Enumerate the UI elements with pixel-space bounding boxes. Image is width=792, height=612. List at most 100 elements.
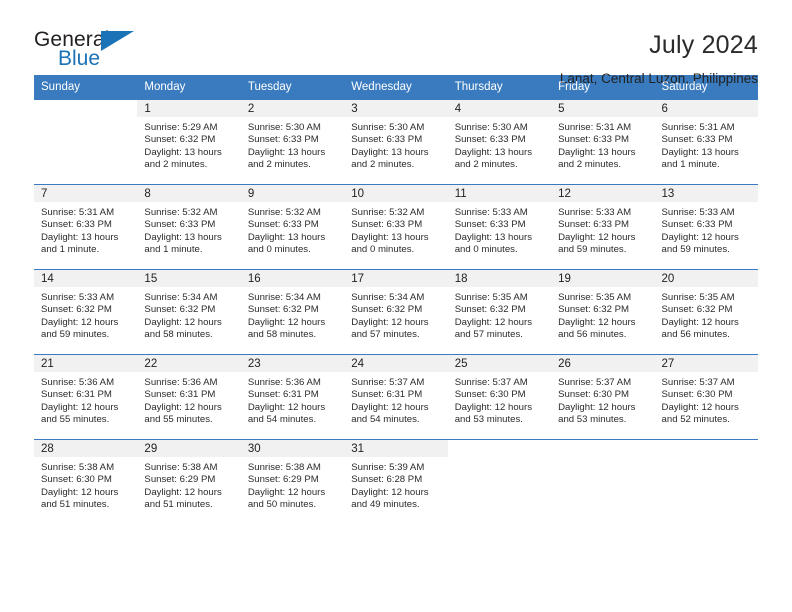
daylight-duration-line2: and 1 minute.	[661, 158, 720, 170]
sunrise-time: Sunrise: 5:30 AM	[454, 122, 528, 133]
calendar-day-cell	[551, 439, 655, 524]
sunset-time: Sunset: 6:30 PM	[454, 389, 526, 401]
sunset-time: Sunset: 6:30 PM	[661, 389, 733, 401]
calendar-day-cell[interactable]: 16 Sunrise: 5:34 AM Sunset: 6:32 PM Dayligh…	[240, 269, 345, 355]
calendar-day-cell[interactable]: 18 Sunrise: 5:35 AM Sunset: 6:32 PM Dayligh…	[447, 269, 552, 355]
sunset-time: Sunset: 6:33 PM	[661, 134, 733, 146]
day-number: 27	[654, 355, 758, 372]
daylight-duration-line1: Daylight: 12 hours	[558, 401, 636, 413]
calendar-day-cell[interactable]: 30 Sunrise: 5:38 AM Sunset: 6:29 PM Dayligh…	[240, 439, 345, 524]
day-details: Sunrise: 5:35 AM Sunset: 6:32 PM Daylight:…	[655, 287, 758, 341]
daylight-duration-line2: and 58 minutes.	[144, 328, 213, 340]
sunrise-time: Sunrise: 5:30 AM	[351, 122, 425, 133]
sunrise-time: Sunrise: 5:30 AM	[247, 122, 321, 133]
sunset-time: Sunset: 6:33 PM	[41, 219, 112, 231]
daylight-duration-line2: and 57 minutes.	[351, 328, 420, 340]
calendar-day-cell[interactable]: 15 Sunrise: 5:34 AM Sunset: 6:32 PM Dayligh…	[137, 269, 241, 355]
day-number: 7	[34, 185, 138, 202]
calendar-day-cell[interactable]: 9 Sunrise: 5:32 AM Sunset: 6:33 PM Daylight…	[240, 184, 345, 270]
day-cell-inner: 15 Sunrise: 5:34 AM Sunset: 6:32 PM Dayligh…	[137, 270, 241, 354]
calendar-day-cell[interactable]: 2 Sunrise: 5:30 AM Sunset: 6:33 PM Daylight…	[240, 100, 345, 185]
day-number: 20	[654, 270, 758, 287]
daylight-duration-line2: and 58 minutes.	[247, 328, 317, 340]
weekday-header-tuesday: Tuesday	[240, 75, 345, 100]
daylight-duration-line2: and 54 minutes.	[351, 413, 420, 425]
calendar-day-cell[interactable]: 19 Sunrise: 5:35 AM Sunset: 6:32 PM Dayligh…	[551, 269, 655, 355]
sunset-time: Sunset: 6:32 PM	[351, 304, 423, 316]
calendar-day-cell[interactable]: 5 Sunrise: 5:31 AM Sunset: 6:33 PM Daylight…	[551, 100, 655, 185]
calendar-day-cell[interactable]: 8 Sunrise: 5:32 AM Sunset: 6:33 PM Daylight…	[137, 184, 241, 270]
sunset-time: Sunset: 6:31 PM	[351, 389, 423, 401]
sunrise-time: Sunrise: 5:38 AM	[41, 462, 115, 473]
sunrise-time: Sunrise: 5:37 AM	[661, 377, 735, 388]
calendar-day-cell[interactable]: 24 Sunrise: 5:37 AM Sunset: 6:31 PM Dayligh…	[344, 354, 448, 440]
daylight-duration-line1: Daylight: 12 hours	[558, 316, 636, 328]
calendar-day-cell[interactable]: 4 Sunrise: 5:30 AM Sunset: 6:33 PM Daylight…	[447, 100, 552, 185]
daylight-duration-line1: Daylight: 12 hours	[351, 401, 429, 413]
day-details: Sunrise: 5:33 AM Sunset: 6:33 PM Daylight:…	[551, 202, 654, 256]
day-number: 11	[447, 185, 552, 202]
sunset-time: Sunset: 6:33 PM	[144, 219, 216, 231]
day-details: Sunrise: 5:32 AM Sunset: 6:33 PM Daylight:…	[137, 202, 240, 256]
day-details: Sunrise: 5:38 AM Sunset: 6:29 PM Daylight:…	[137, 457, 240, 511]
sunset-time: Sunset: 6:33 PM	[454, 134, 526, 146]
calendar-day-cell[interactable]: 17 Sunrise: 5:34 AM Sunset: 6:32 PM Dayligh…	[344, 269, 448, 355]
calendar-day-cell[interactable]: 12 Sunrise: 5:33 AM Sunset: 6:33 PM Dayligh…	[551, 184, 655, 270]
day-details: Sunrise: 5:36 AM Sunset: 6:31 PM Daylight:…	[34, 372, 137, 426]
daylight-duration-line2: and 55 minutes.	[144, 413, 213, 425]
day-cell-inner: 27 Sunrise: 5:37 AM Sunset: 6:30 PM Dayligh…	[654, 355, 758, 439]
calendar-day-cell[interactable]: 23 Sunrise: 5:36 AM Sunset: 6:31 PM Dayligh…	[240, 354, 345, 440]
daylight-duration-line1: Daylight: 13 hours	[247, 146, 326, 158]
calendar-day-cell[interactable]: 10 Sunrise: 5:32 AM Sunset: 6:33 PM Dayligh…	[344, 184, 448, 270]
day-details: Sunrise: 5:36 AM Sunset: 6:31 PM Daylight:…	[241, 372, 344, 426]
calendar-day-cell[interactable]: 26 Sunrise: 5:37 AM Sunset: 6:30 PM Dayligh…	[551, 354, 655, 440]
daylight-duration-line2: and 56 minutes.	[661, 328, 730, 340]
page-title: July 2024	[649, 31, 758, 59]
day-details: Sunrise: 5:30 AM Sunset: 6:33 PM Daylight:…	[241, 117, 344, 171]
sunset-time: Sunset: 6:33 PM	[454, 219, 526, 231]
calendar-day-cell[interactable]: 27 Sunrise: 5:37 AM Sunset: 6:30 PM Dayligh…	[654, 354, 758, 440]
calendar-day-cell[interactable]: 20 Sunrise: 5:35 AM Sunset: 6:32 PM Dayligh…	[654, 269, 758, 355]
sunrise-time: Sunrise: 5:39 AM	[351, 462, 425, 473]
calendar-day-cell[interactable]: 29 Sunrise: 5:38 AM Sunset: 6:29 PM Dayligh…	[137, 439, 241, 524]
daylight-duration-line2: and 53 minutes.	[558, 413, 627, 425]
calendar-day-cell[interactable]: 6 Sunrise: 5:31 AM Sunset: 6:33 PM Daylight…	[654, 100, 758, 185]
calendar-day-cell[interactable]: 1 Sunrise: 5:29 AM Sunset: 6:32 PM Daylight…	[137, 100, 241, 185]
day-cell-inner: 22 Sunrise: 5:36 AM Sunset: 6:31 PM Dayligh…	[137, 355, 241, 439]
calendar-day-cell[interactable]: 22 Sunrise: 5:36 AM Sunset: 6:31 PM Dayligh…	[137, 354, 241, 440]
day-cell-inner: 10 Sunrise: 5:32 AM Sunset: 6:33 PM Dayligh…	[344, 185, 448, 269]
general-blue-logo[interactable]: General Blue	[34, 28, 139, 76]
day-number: 3	[344, 100, 448, 117]
daylight-duration-line1: Daylight: 12 hours	[247, 486, 326, 498]
calendar-day-cell[interactable]: 28 Sunrise: 5:38 AM Sunset: 6:30 PM Dayligh…	[34, 439, 138, 524]
day-cell-inner: 18 Sunrise: 5:35 AM Sunset: 6:32 PM Dayligh…	[447, 270, 552, 354]
day-cell-inner: 28 Sunrise: 5:38 AM Sunset: 6:30 PM Dayligh…	[34, 440, 138, 524]
sunrise-time: Sunrise: 5:31 AM	[661, 122, 735, 133]
calendar-day-cell[interactable]: 31 Sunrise: 5:39 AM Sunset: 6:28 PM Dayligh…	[344, 439, 448, 524]
sunset-time: Sunset: 6:33 PM	[558, 134, 630, 146]
sunset-time: Sunset: 6:33 PM	[247, 219, 319, 231]
calendar-day-cell[interactable]: 7 Sunrise: 5:31 AM Sunset: 6:33 PM Daylight…	[34, 184, 138, 270]
sunrise-time: Sunrise: 5:37 AM	[558, 377, 632, 388]
daylight-duration-line2: and 0 minutes.	[247, 243, 311, 255]
daylight-duration-line2: and 59 minutes.	[558, 243, 627, 255]
day-number: 10	[344, 185, 448, 202]
calendar-day-cell[interactable]: 14 Sunrise: 5:33 AM Sunset: 6:32 PM Dayligh…	[34, 269, 138, 355]
calendar-day-cell[interactable]: 11 Sunrise: 5:33 AM Sunset: 6:33 PM Dayligh…	[447, 184, 552, 270]
daylight-duration-line1: Daylight: 12 hours	[351, 316, 429, 328]
calendar-day-cell[interactable]: 13 Sunrise: 5:33 AM Sunset: 6:33 PM Dayligh…	[654, 184, 758, 270]
daylight-duration-line2: and 59 minutes.	[41, 328, 110, 340]
calendar-day-cell[interactable]: 25 Sunrise: 5:37 AM Sunset: 6:30 PM Dayligh…	[447, 354, 552, 440]
calendar-day-cell[interactable]: 21 Sunrise: 5:36 AM Sunset: 6:31 PM Dayligh…	[34, 354, 138, 440]
sunrise-time: Sunrise: 5:29 AM	[144, 122, 218, 133]
day-details: Sunrise: 5:34 AM Sunset: 6:32 PM Daylight:…	[344, 287, 447, 341]
daylight-duration-line2: and 51 minutes.	[41, 498, 110, 510]
daylight-duration-line1: Daylight: 13 hours	[247, 231, 326, 243]
calendar-day-cell[interactable]: 3 Sunrise: 5:30 AM Sunset: 6:33 PM Daylight…	[344, 100, 448, 185]
day-details: Sunrise: 5:29 AM Sunset: 6:32 PM Daylight:…	[137, 117, 240, 171]
sunrise-time: Sunrise: 5:33 AM	[661, 207, 735, 218]
calendar-week-row: 14 Sunrise: 5:33 AM Sunset: 6:32 PM Dayligh…	[34, 269, 758, 355]
day-cell-inner: 4 Sunrise: 5:30 AM Sunset: 6:33 PM Daylight…	[447, 100, 552, 184]
day-number: 24	[344, 355, 448, 372]
sunrise-time: Sunrise: 5:31 AM	[41, 207, 115, 218]
